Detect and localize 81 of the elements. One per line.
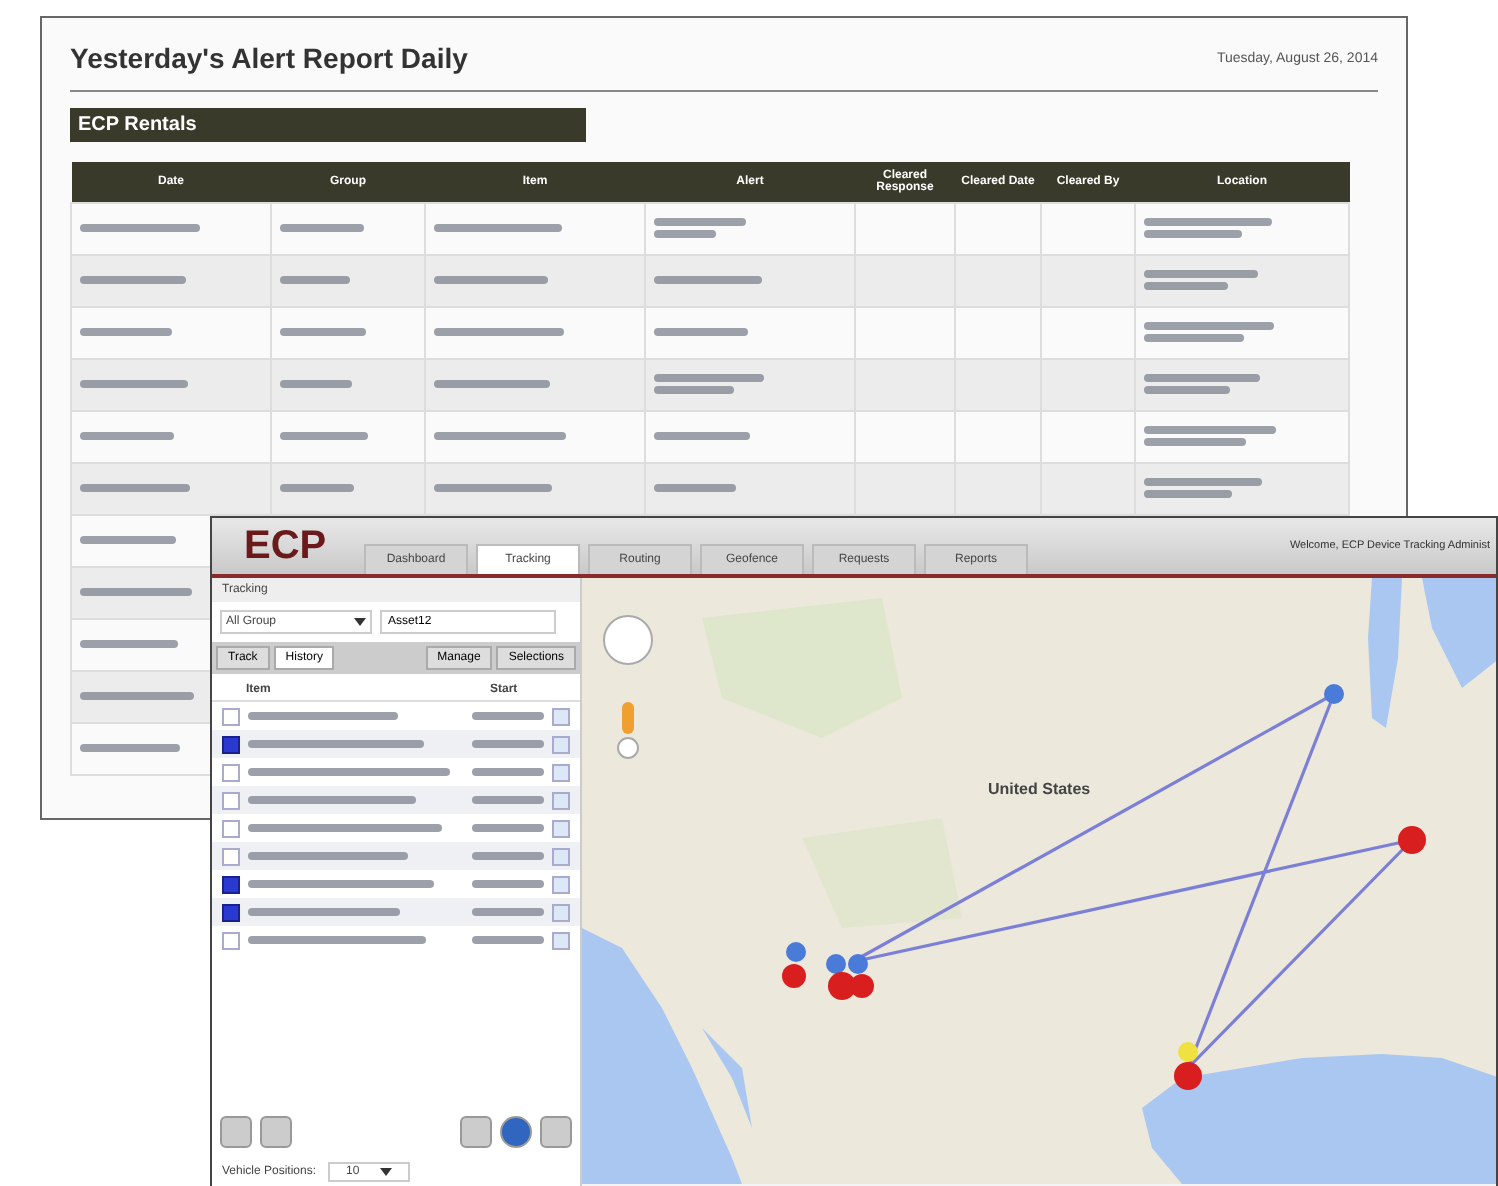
blurred-text [472, 796, 544, 804]
caret-icon [354, 618, 366, 626]
caret-icon [379, 1168, 392, 1176]
blurred-text [434, 328, 564, 336]
blurred-text [280, 380, 352, 388]
blurred-text [1144, 282, 1228, 290]
blurred-text [472, 936, 544, 944]
blurred-text [80, 744, 180, 752]
globe-icon[interactable] [500, 1116, 532, 1148]
toolbar-icon[interactable] [220, 1116, 252, 1148]
square-icon[interactable] [552, 875, 570, 893]
blurred-text [434, 224, 562, 232]
blurred-text [80, 224, 200, 232]
blurred-text [434, 380, 550, 388]
blurred-text [80, 692, 194, 700]
map-label: United States [988, 780, 1091, 798]
blurred-text [434, 276, 548, 284]
blurred-text [654, 374, 764, 382]
report-title: Yesterday's Alert Report Daily [70, 42, 468, 74]
blurred-text [1144, 230, 1242, 238]
blurred-text [654, 386, 734, 394]
blurred-text [1144, 270, 1258, 278]
toolbar-icon[interactable] [260, 1116, 292, 1148]
blurred-text [280, 484, 354, 492]
blurred-text [80, 640, 178, 648]
blurred-text [80, 432, 174, 440]
blurred-text [80, 328, 172, 336]
toolbar-icon[interactable] [460, 1116, 492, 1148]
square-icon[interactable] [552, 763, 570, 781]
blurred-text [654, 432, 750, 440]
blurred-text [472, 852, 544, 860]
square-icon[interactable] [552, 819, 570, 837]
blurred-text [1144, 218, 1272, 226]
checkbox[interactable] [222, 931, 240, 949]
blurred-text [1144, 490, 1232, 498]
blurred-text [472, 768, 544, 776]
blurred-text [654, 484, 736, 492]
blurred-text [1144, 386, 1230, 394]
section-heading: ECP Rentals [70, 108, 586, 142]
square-icon[interactable] [552, 735, 570, 753]
blurred-text [654, 218, 746, 226]
checkbox[interactable] [222, 763, 240, 781]
blurred-text [472, 824, 544, 832]
checkbox[interactable] [222, 791, 240, 809]
checkbox[interactable] [222, 735, 240, 753]
checkbox[interactable] [222, 847, 240, 865]
blurred-text [472, 712, 544, 720]
blurred-text [280, 276, 350, 284]
checkbox[interactable] [222, 707, 240, 725]
blurred-text [472, 908, 544, 916]
blurred-text [472, 880, 544, 888]
blurred-text [472, 740, 544, 748]
checkbox[interactable] [222, 875, 240, 893]
checkbox[interactable] [222, 819, 240, 837]
square-icon[interactable] [552, 791, 570, 809]
blurred-text [654, 328, 748, 336]
blurred-text [280, 224, 364, 232]
blurred-text [80, 588, 192, 596]
blurred-text [280, 432, 368, 440]
blurred-text [80, 276, 186, 284]
blurred-text [80, 484, 190, 492]
blurred-text [1144, 334, 1244, 342]
logo: ECP [244, 523, 329, 569]
blurred-text [654, 230, 716, 238]
blurred-text [280, 328, 366, 336]
blurred-text [434, 432, 566, 440]
blurred-text [1144, 426, 1276, 434]
blurred-text [434, 484, 552, 492]
blurred-text [80, 536, 176, 544]
square-icon[interactable] [552, 707, 570, 725]
square-icon[interactable] [552, 847, 570, 865]
checkbox[interactable] [222, 903, 240, 921]
blurred-text [80, 380, 188, 388]
toolbar-icon[interactable] [540, 1116, 572, 1148]
blurred-text [654, 276, 762, 284]
square-icon[interactable] [552, 931, 570, 949]
blurred-text [1144, 438, 1246, 446]
blurred-text [1144, 322, 1274, 330]
blurred-text [1144, 478, 1262, 486]
square-icon[interactable] [552, 903, 570, 921]
blurred-text [1144, 374, 1260, 382]
